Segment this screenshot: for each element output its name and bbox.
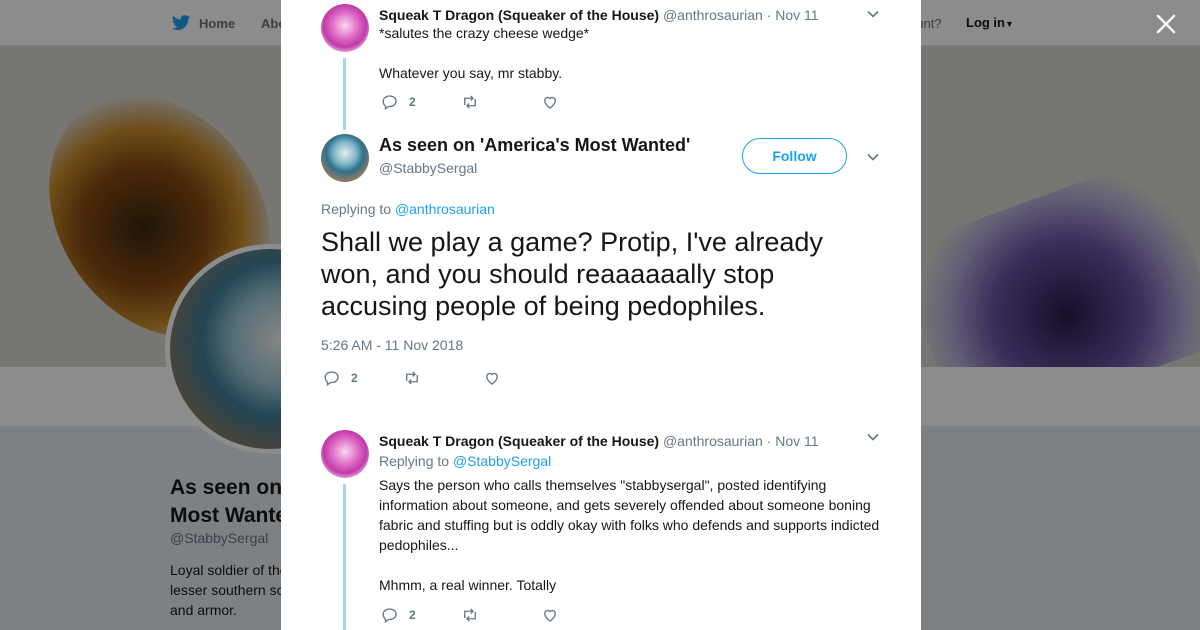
tweet-text-paragraph: Says the person who calls themselves "st… — [379, 477, 880, 553]
retweet-button[interactable] — [403, 369, 483, 387]
tweet-date[interactable]: · Nov 11 — [767, 433, 819, 449]
reply-button[interactable]: 2 — [381, 606, 461, 624]
tweet-text-spacer — [379, 43, 589, 63]
reply-tweet[interactable]: Squeak T Dragon (Squeaker of the House) … — [321, 430, 881, 630]
dragon-avatar[interactable] — [321, 4, 369, 52]
main-author-handle[interactable]: @StabbySergal — [379, 160, 477, 176]
author-handle[interactable]: @anthrosaurian — [663, 7, 763, 23]
tweet-text: *salutes the crazy cheese wedge* Whateve… — [379, 23, 589, 83]
tweet-text-spacer — [379, 555, 884, 575]
like-button[interactable] — [483, 369, 563, 387]
tweet-header: Squeak T Dragon (Squeaker of the House) … — [379, 7, 819, 23]
heart-icon — [544, 609, 556, 622]
tweet-date[interactable]: · Nov 11 — [767, 7, 819, 23]
tweet-text-line: Whatever you say, mr stabby. — [379, 65, 563, 81]
dragon-avatar[interactable] — [321, 430, 369, 478]
retweet-button[interactable] — [461, 93, 541, 111]
tweet-actions: 2 — [381, 93, 621, 111]
thread-tweet-previous[interactable]: Squeak T Dragon (Squeaker of the House) … — [321, 4, 881, 130]
main-tweet-actions: 2 — [323, 369, 563, 387]
reply-count: 2 — [409, 608, 416, 622]
retweet-icon — [406, 371, 418, 385]
replying-to-link[interactable]: @StabbySergal — [453, 453, 551, 469]
heart-icon — [486, 372, 498, 385]
reply-icon — [382, 95, 397, 111]
thread-connector-line — [343, 58, 346, 130]
tweet-header: Squeak T Dragon (Squeaker of the House) … — [379, 433, 819, 449]
heart-icon — [544, 96, 556, 109]
tweet-text: Says the person who calls themselves "st… — [379, 475, 884, 595]
main-author-name[interactable]: As seen on 'America's Most Wanted' — [379, 135, 690, 156]
author-handle[interactable]: @anthrosaurian — [663, 433, 763, 449]
tweet-text-paragraph: Mhmm, a real winner. Totally — [379, 577, 557, 593]
chevron-down-icon[interactable] — [866, 430, 880, 444]
like-button[interactable] — [541, 606, 621, 624]
reply-button[interactable]: 2 — [381, 93, 461, 111]
tweet-text-line: *salutes the crazy cheese wedge* — [379, 25, 590, 41]
replying-to-link[interactable]: @anthrosaurian — [395, 201, 495, 217]
author-name[interactable]: Squeak T Dragon (Squeaker of the House) — [379, 433, 659, 449]
close-icon[interactable] — [1153, 11, 1179, 37]
reply-button[interactable]: 2 — [323, 369, 403, 387]
thread-connector-line — [343, 484, 346, 630]
sergal-avatar[interactable] — [321, 134, 369, 182]
replying-to: Replying to @StabbySergal — [379, 453, 551, 469]
tweet-modal: Squeak T Dragon (Squeaker of the House) … — [281, 0, 921, 630]
retweet-icon — [464, 608, 476, 622]
main-tweet-timestamp[interactable]: 5:26 AM - 11 Nov 2018 — [321, 337, 463, 353]
retweet-button[interactable] — [461, 606, 541, 624]
chevron-down-icon[interactable] — [866, 7, 880, 21]
replying-prefix: Replying to — [379, 453, 450, 469]
author-name[interactable]: Squeak T Dragon (Squeaker of the House) — [379, 7, 659, 23]
follow-button[interactable]: Follow — [742, 138, 847, 174]
main-tweet-text: Shall we play a game? Protip, I've alrea… — [321, 227, 823, 321]
like-button[interactable] — [541, 93, 621, 111]
reply-count: 2 — [351, 371, 358, 385]
reply-icon — [324, 371, 339, 387]
reply-icon — [382, 608, 397, 624]
chevron-down-icon[interactable] — [866, 150, 880, 164]
replying-to: Replying to @anthrosaurian — [321, 201, 495, 217]
tweet-actions: 2 — [381, 606, 621, 624]
retweet-icon — [464, 95, 476, 109]
replying-prefix: Replying to — [321, 201, 392, 217]
reply-count: 2 — [409, 95, 416, 109]
